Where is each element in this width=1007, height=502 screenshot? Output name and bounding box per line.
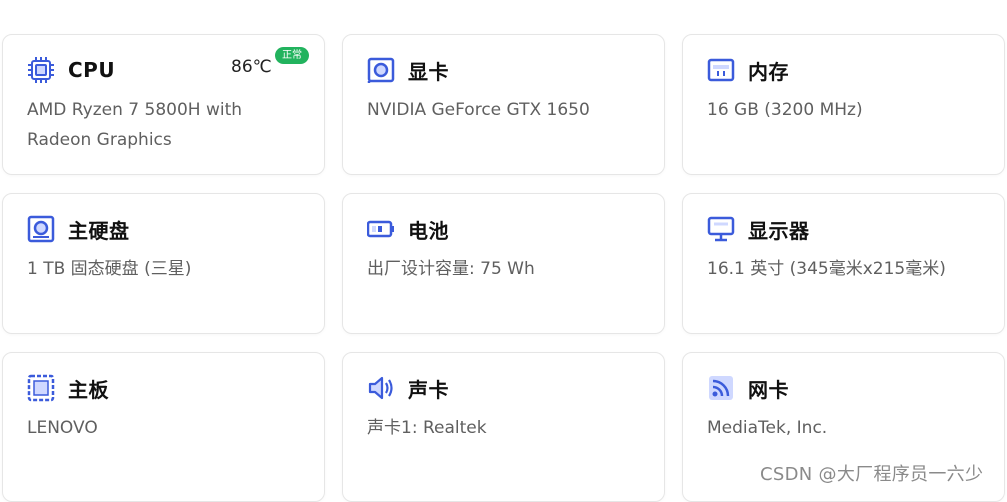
card-title: CPU <box>68 58 116 82</box>
card-title: 显示器 <box>748 218 810 243</box>
card-title: 主板 <box>68 377 109 402</box>
cpu-icon <box>27 56 55 84</box>
card-battery[interactable]: 电池 出厂设计容量: 75 Wh <box>342 193 665 334</box>
speaker-icon <box>367 374 395 402</box>
card-title: 内存 <box>748 59 789 84</box>
card-value: LENOVO <box>27 418 98 438</box>
status-badge: 正常 <box>275 47 309 64</box>
battery-icon <box>367 215 395 243</box>
card-cpu[interactable]: CPU 86℃ 正常 AMD Ryzen 7 5800H with Radeon… <box>2 34 325 175</box>
card-motherboard[interactable]: 主板 LENOVO <box>2 352 325 502</box>
card-title: 主硬盘 <box>68 218 130 243</box>
card-header: 电池 <box>367 215 449 243</box>
card-header: CPU <box>27 57 115 83</box>
card-value: 16 GB (3200 MHz) <box>707 100 863 120</box>
card-value: AMD Ryzen 7 5800H with Radeon Graphics <box>27 100 243 150</box>
card-title: 电池 <box>408 218 449 243</box>
watermark: CSDN @大厂程序员一六少 <box>760 464 984 485</box>
card-memory[interactable]: 内存 16 GB (3200 MHz) <box>682 34 1005 175</box>
card-header: 内存 <box>707 56 789 84</box>
graphics-card-icon <box>367 56 395 84</box>
card-value: NVIDIA GeForce GTX 1650 <box>367 100 590 120</box>
card-graphics[interactable]: 显卡 NVIDIA GeForce GTX 1650 <box>342 34 665 175</box>
card-header: 主板 <box>27 374 109 402</box>
card-title: 显卡 <box>408 59 449 84</box>
card-value: 1 TB 固态硬盘 (三星) <box>27 259 192 279</box>
card-sound[interactable]: 声卡 声卡1: Realtek <box>342 352 665 502</box>
card-value: 出厂设计容量: 75 Wh <box>367 259 535 279</box>
card-header: 主硬盘 <box>27 215 130 243</box>
card-header: 声卡 <box>367 374 449 402</box>
hard-disk-icon <box>27 215 55 243</box>
card-value: MediaTek, Inc. <box>707 418 828 438</box>
monitor-icon <box>707 215 735 243</box>
memory-icon <box>707 56 735 84</box>
card-hard-disk[interactable]: 主硬盘 1 TB 固态硬盘 (三星) <box>2 193 325 334</box>
network-icon <box>707 374 735 402</box>
card-header: 显卡 <box>367 56 449 84</box>
hardware-info-grid: CPU 86℃ 正常 AMD Ryzen 7 5800H with Radeon… <box>0 0 1007 502</box>
card-header: 显示器 <box>707 215 810 243</box>
card-value: 16.1 英寸 (345毫米x215毫米) <box>707 259 946 279</box>
card-monitor[interactable]: 显示器 16.1 英寸 (345毫米x215毫米) <box>682 193 1005 334</box>
card-header: 网卡 <box>707 374 789 402</box>
cpu-temperature: 86℃ <box>231 57 272 77</box>
card-title: 声卡 <box>408 377 449 402</box>
card-title: 网卡 <box>748 377 789 402</box>
card-value: 声卡1: Realtek <box>367 418 487 438</box>
motherboard-icon <box>27 374 55 402</box>
